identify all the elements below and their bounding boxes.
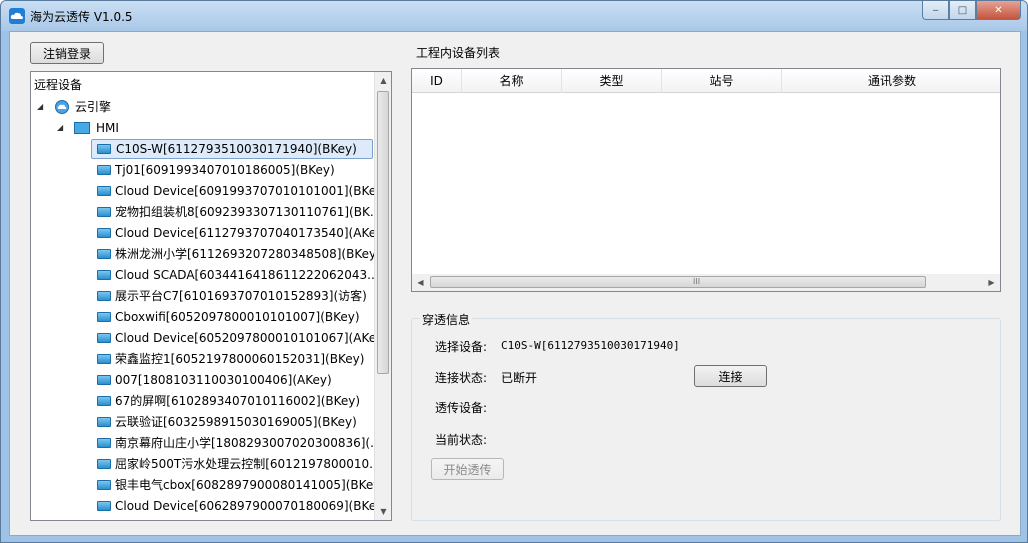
device-label: 南京幕府山庄小学[1808293007020300836](... (115, 436, 382, 450)
passthrough-info-title: 穿透信息 (420, 311, 473, 328)
select-device-value: C10S-W[6112793510030171940] (501, 339, 680, 352)
title-bar[interactable]: 海为云透传 V1.0.5 ‒ □ ✕ (1, 1, 1027, 31)
device-icon (97, 312, 111, 322)
passthrough-info-group: 穿透信息 选择设备: C10S-W[6112793510030171940] 连… (411, 311, 1001, 521)
device-label: 株洲龙洲小学[6112693207280348508](BKey) (115, 247, 381, 261)
project-device-list-title: 工程内设备列表 (416, 46, 501, 60)
device-label: Cloud Device[6091993707010101001](BKey) (115, 184, 388, 198)
device-label: C10S-W[6112793510030171940](BKey) (91, 139, 373, 159)
device-icon (97, 438, 111, 448)
remote-device-tree[interactable]: 远程设备 ◢ 云引擎 ◢ HMI C10S-W[6112793510030171… (30, 71, 392, 521)
device-icon (97, 228, 111, 238)
device-label: Cboxwifi[6052097800010101007](BKey) (115, 310, 360, 324)
scroll-down-arrow-icon[interactable]: ▼ (375, 503, 391, 520)
device-label: Cloud Device[6062897900070180069](BKey) (115, 499, 388, 513)
device-icon (97, 165, 111, 175)
client-area: 注销登录 远程设备 ◢ 云引擎 ◢ HMI C10S-W[61127935100… (9, 31, 1021, 536)
device-icon (97, 501, 111, 511)
scroll-right-arrow-icon[interactable]: ▶ (983, 274, 1000, 291)
maximize-button[interactable]: □ (949, 1, 976, 20)
minimize-button[interactable]: ‒ (922, 1, 949, 20)
tree-vertical-scrollbar[interactable]: ▲ ▼ (374, 72, 391, 520)
list-header: ID 名称 类型 站号 通讯参数 (412, 69, 1000, 93)
connect-button[interactable]: 连接 (694, 365, 767, 387)
scroll-up-arrow-icon[interactable]: ▲ (375, 72, 391, 89)
device-label: Cloud SCADA[6034416418611222062043... (115, 268, 379, 282)
device-icon (97, 249, 111, 259)
device-icon (97, 207, 111, 217)
device-icon (97, 144, 111, 154)
device-icon (97, 459, 111, 469)
tree-header: 远程设备 (34, 78, 83, 92)
app-window: 海为云透传 V1.0.5 ‒ □ ✕ 注销登录 远程设备 ◢ 云引擎 ◢ HMI… (0, 0, 1028, 543)
connection-state-label: 连接状态: (435, 371, 488, 385)
list-horizontal-scrollbar[interactable]: ◀ III ▶ (412, 274, 1000, 291)
scrollbar-thumb[interactable] (377, 91, 389, 374)
device-icon (97, 354, 111, 364)
column-header-station[interactable]: 站号 (662, 69, 782, 93)
close-button[interactable]: ✕ (976, 1, 1021, 20)
tree-node-root-label: 云引擎 (75, 100, 112, 114)
device-icon (97, 333, 111, 343)
connection-state-value: 已断开 (501, 371, 538, 385)
select-device-label: 选择设备: (435, 340, 488, 354)
hmi-icon (74, 122, 90, 134)
column-header-name[interactable]: 名称 (462, 69, 562, 93)
cloud-app-icon (9, 8, 25, 24)
device-icon (97, 375, 111, 385)
cloud-engine-icon (54, 100, 70, 114)
device-icon (97, 186, 111, 196)
current-state-label: 当前状态: (435, 433, 488, 447)
device-label: 展示平台C7[6101693707010152893](访客) (115, 289, 367, 303)
device-label: 67的屏啊[6102893407010116002](BKey) (115, 394, 361, 408)
column-header-comm-params[interactable]: 通讯参数 (782, 69, 1000, 93)
scrollbar-thumb[interactable]: III (430, 276, 926, 288)
device-label: Cloud Device[6112793707040173540](AKey) (115, 226, 388, 240)
passthrough-device-label: 透传设备: (435, 401, 488, 415)
collapse-arrow-icon[interactable]: ◢ (37, 102, 47, 112)
device-icon (97, 417, 111, 427)
column-header-id[interactable]: ID (412, 69, 462, 93)
device-label: 荣鑫监控1[6052197800060152031](BKey) (115, 352, 365, 366)
device-label: 云联验证[6032598915030169005](BKey) (115, 415, 357, 429)
logout-button[interactable]: 注销登录 (30, 42, 104, 64)
window-title: 海为云透传 V1.0.5 (30, 10, 133, 24)
device-label: 宠物扣组装机8[6092393307130110761](BK... (115, 205, 382, 219)
device-label: 银丰电气cbox[6082897900080141005](BKey) (115, 478, 386, 492)
device-icon (97, 270, 111, 280)
device-icon (97, 291, 111, 301)
start-passthrough-button[interactable]: 开始透传 (431, 458, 504, 480)
device-label: 屈家岭500T污水处理云控制[6012197800010... (115, 457, 381, 471)
device-label: Cloud Device[6052097800010101067](AKey) (115, 331, 388, 345)
device-label: Tj01[6091993407010186005](BKey) (115, 163, 335, 177)
device-label: 007[1808103110030100406](AKey) (115, 373, 332, 387)
project-device-list[interactable]: ID 名称 类型 站号 通讯参数 ◀ III ▶ (411, 68, 1001, 292)
tree-node-hmi-label: HMI (96, 121, 119, 135)
column-header-type[interactable]: 类型 (562, 69, 662, 93)
scrollbar-grip: III (693, 277, 701, 286)
device-icon (97, 396, 111, 406)
scroll-left-arrow-icon[interactable]: ◀ (412, 274, 429, 291)
device-icon (97, 480, 111, 490)
collapse-arrow-icon[interactable]: ◢ (57, 123, 67, 133)
